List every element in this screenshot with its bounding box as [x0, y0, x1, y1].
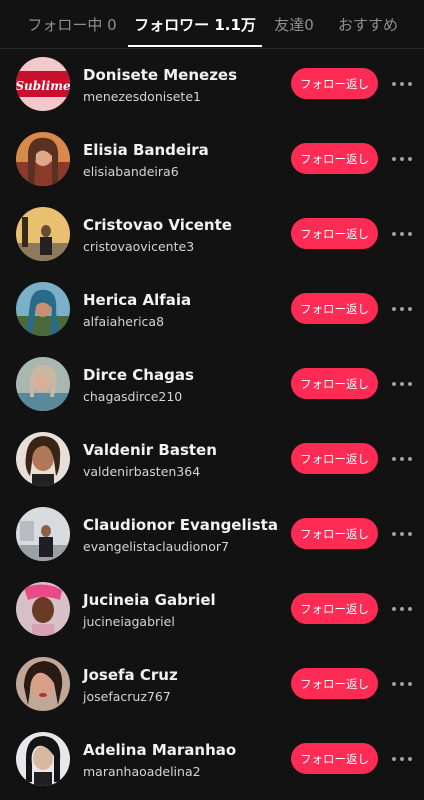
more-options-icon[interactable]	[392, 681, 412, 687]
more-options-icon[interactable]	[392, 531, 412, 537]
follower-name[interactable]: Cristovao Vicente	[83, 216, 232, 234]
more-options-icon[interactable]	[392, 156, 412, 162]
tab-followers[interactable]: フォロワー 1.1万	[130, 0, 260, 48]
follower-handle: evangelistaclaudionor7	[83, 539, 229, 554]
more-options-icon[interactable]	[392, 81, 412, 87]
follower-handle: elisiabandeira6	[83, 164, 179, 179]
follow-back-button[interactable]: フォロー返し	[291, 743, 378, 774]
follower-handle: menezesdonisete1	[83, 89, 201, 104]
follower-handle: jucineiagabriel	[83, 614, 175, 629]
avatar[interactable]	[16, 357, 70, 411]
follower-name[interactable]: Donisete Menezes	[83, 66, 237, 84]
list-item[interactable]: Claudionor Evangelista evangelistaclaudi…	[0, 498, 424, 573]
follower-handle: cristovaovicente3	[83, 239, 195, 254]
follower-name[interactable]: Dirce Chagas	[83, 366, 194, 384]
more-options-icon[interactable]	[392, 381, 412, 387]
follower-name[interactable]: Elisia Bandeira	[83, 141, 209, 159]
follow-back-button[interactable]: フォロー返し	[291, 218, 378, 249]
more-options-icon[interactable]	[392, 756, 412, 762]
follower-name[interactable]: Josefa Cruz	[83, 666, 178, 684]
follower-name[interactable]: Adelina Maranhao	[83, 741, 236, 759]
follow-back-button[interactable]: フォロー返し	[291, 518, 378, 549]
avatar[interactable]	[16, 507, 70, 561]
avatar[interactable]	[16, 582, 70, 636]
follow-back-button[interactable]: フォロー返し	[291, 68, 378, 99]
more-options-icon[interactable]	[392, 606, 412, 612]
list-item[interactable]: Herica Alfaia alfaiaherica8 フォロー返し	[0, 273, 424, 348]
list-item[interactable]: Jucineia Gabriel jucineiagabriel フォロー返し	[0, 573, 424, 648]
follower-handle: chagasdirce210	[83, 389, 183, 404]
follower-name[interactable]: Jucineia Gabriel	[83, 591, 216, 609]
tab-following[interactable]: フォロー中 0	[18, 0, 126, 48]
avatar[interactable]: Sublime	[16, 57, 70, 111]
avatar[interactable]	[16, 732, 70, 786]
follow-back-button[interactable]: フォロー返し	[291, 293, 378, 324]
follower-handle: maranhaoadelina2	[83, 764, 201, 779]
tab-recommended[interactable]: おすすめ	[330, 0, 406, 48]
tab-friends[interactable]: 友達0	[264, 0, 324, 48]
follower-handle: valdenirbasten364	[83, 464, 201, 479]
more-options-icon[interactable]	[392, 456, 412, 462]
follower-name[interactable]: Valdenir Basten	[83, 441, 217, 459]
follower-list[interactable]: Sublime Donisete Menezes menezesdonisete…	[0, 48, 424, 798]
avatar[interactable]	[16, 657, 70, 711]
avatar[interactable]	[16, 132, 70, 186]
follow-back-button[interactable]: フォロー返し	[291, 368, 378, 399]
followers-screen: フォロー中 0 フォロワー 1.1万 友達0 おすすめ Sublime Doni…	[0, 0, 424, 800]
active-tab-indicator	[128, 45, 262, 47]
list-item[interactable]: Valdenir Basten valdenirbasten364 フォロー返し	[0, 423, 424, 498]
list-item[interactable]: Josefa Cruz josefacruz767 フォロー返し	[0, 648, 424, 723]
more-options-icon[interactable]	[392, 231, 412, 237]
follow-back-button[interactable]: フォロー返し	[291, 443, 378, 474]
avatar[interactable]	[16, 282, 70, 336]
follow-back-button[interactable]: フォロー返し	[291, 668, 378, 699]
list-item[interactable]: Dirce Chagas chagasdirce210 フォロー返し	[0, 348, 424, 423]
follower-handle: josefacruz767	[83, 689, 171, 704]
follow-back-button[interactable]: フォロー返し	[291, 143, 378, 174]
avatar[interactable]	[16, 207, 70, 261]
more-options-icon[interactable]	[392, 306, 412, 312]
follower-name[interactable]: Claudionor Evangelista	[83, 516, 278, 534]
follower-name[interactable]: Herica Alfaia	[83, 291, 191, 309]
list-item[interactable]: Adelina Maranhao maranhaoadelina2 フォロー返し	[0, 723, 424, 798]
avatar-logo-text: Sublime	[16, 79, 70, 93]
list-item[interactable]: Elisia Bandeira elisiabandeira6 フォロー返し	[0, 123, 424, 198]
follow-back-button[interactable]: フォロー返し	[291, 593, 378, 624]
tab-bar: フォロー中 0 フォロワー 1.1万 友達0 おすすめ	[0, 0, 424, 49]
avatar[interactable]	[16, 432, 70, 486]
list-item[interactable]: Cristovao Vicente cristovaovicente3 フォロー…	[0, 198, 424, 273]
follower-handle: alfaiaherica8	[83, 314, 165, 329]
list-item[interactable]: Sublime Donisete Menezes menezesdonisete…	[0, 48, 424, 123]
